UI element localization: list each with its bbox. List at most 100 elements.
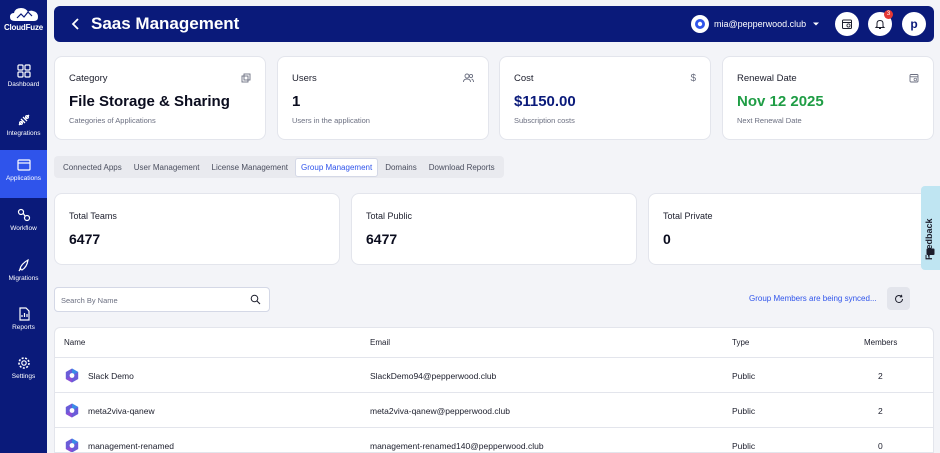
sidebar-item-settings[interactable]: Settings [0, 348, 47, 396]
refresh-button[interactable] [887, 287, 910, 310]
search-input[interactable] [61, 293, 241, 307]
row-name: management-renamed [88, 441, 174, 451]
sidebar: CloudFuze Dashboard Integrations Applica… [0, 0, 47, 453]
plug-icon [18, 114, 29, 126]
row-email: meta2viva-qanew@pepperwood.club [370, 406, 510, 416]
window-icon [16, 159, 31, 171]
card-value: Nov 12 2025 [737, 93, 824, 110]
chevron-down-icon [813, 22, 820, 26]
team-icon [65, 368, 79, 383]
row-type: Public [732, 441, 756, 451]
card-value: File Storage & Sharing [69, 93, 230, 110]
stat-value: 6477 [366, 231, 398, 247]
bell-icon [874, 19, 886, 29]
cloud-logo-icon [9, 8, 38, 21]
sync-status-text: Group Members are being synced... [749, 294, 877, 303]
brand-name: CloudFuze [3, 23, 44, 32]
rocket-icon [18, 258, 29, 272]
card-label: Renewal Date [737, 73, 797, 84]
row-name: meta2viva-qanew [88, 406, 155, 416]
sidebar-item-label: Dashboard [7, 81, 40, 88]
tab-group-management[interactable]: Group Management [295, 157, 379, 177]
total-private-card: Total Private 0 [648, 193, 934, 265]
table-row[interactable]: Slack Demo SlackDemo94@pepperwood.club P… [55, 358, 933, 393]
card-subtitle: Users in the application [292, 116, 370, 125]
total-public-card: Total Public 6477 [351, 193, 637, 265]
column-header-name[interactable]: Name [64, 338, 85, 347]
tab-connected-apps[interactable]: Connected Apps [58, 159, 127, 176]
team-icon [65, 403, 79, 418]
section-tabs: Connected Apps User Management License M… [54, 156, 504, 178]
tab-domains[interactable]: Domains [380, 159, 422, 176]
total-teams-card: Total Teams 6477 [54, 193, 340, 265]
card-label: Users [292, 73, 317, 84]
team-icon [65, 438, 79, 452]
row-name: Slack Demo [88, 371, 134, 381]
calendar-clock-icon [842, 19, 852, 29]
table-header: Name Email Type Members [55, 328, 933, 358]
avatar[interactable]: p [902, 12, 926, 36]
notification-badge: 3 [884, 10, 893, 19]
search-icon[interactable] [250, 294, 261, 305]
sidebar-item-label: Migrations [8, 275, 39, 282]
column-header-email[interactable]: Email [370, 338, 390, 347]
row-type: Public [732, 406, 756, 416]
groups-table: Name Email Type Members Slack Demo Slack… [54, 327, 934, 453]
row-email: management-renamed140@pepperwood.club [370, 441, 544, 451]
sidebar-item-label: Integrations [6, 130, 41, 137]
stat-value: 6477 [69, 231, 101, 247]
report-icon [18, 307, 30, 321]
card-label: Category [69, 73, 108, 84]
refresh-icon [894, 294, 903, 303]
sidebar-item-label: Applications [5, 175, 42, 182]
workflow-icon [17, 208, 30, 222]
sidebar-item-reports[interactable]: Reports [0, 299, 47, 347]
grid-icon [16, 64, 31, 78]
table-row[interactable]: meta2viva-qanew meta2viva-qanew@pepperwo… [55, 393, 933, 428]
stat-label: Total Public [366, 211, 413, 221]
tab-license-management[interactable]: License Management [207, 159, 294, 176]
account-logo-icon [691, 15, 709, 33]
users-icon [463, 73, 474, 83]
column-header-members[interactable]: Members [864, 338, 897, 347]
row-email: SlackDemo94@pepperwood.club [370, 371, 497, 381]
row-members: 2 [878, 371, 883, 381]
sidebar-item-integrations[interactable]: Integrations [0, 105, 47, 153]
sidebar-item-label: Reports [12, 324, 35, 331]
sidebar-item-dashboard[interactable]: Dashboard [0, 56, 47, 104]
sidebar-item-applications[interactable]: Applications [0, 150, 47, 198]
table-row[interactable]: management-renamed management-renamed140… [55, 428, 933, 452]
card-value: $1150.00 [514, 93, 576, 110]
calendar-button[interactable] [835, 12, 859, 36]
external-icon [241, 73, 251, 83]
top-header: Saas Management mia@pepperwood.club 3 p [54, 6, 934, 42]
tab-user-management[interactable]: User Management [129, 159, 205, 176]
card-subtitle: Subscription costs [514, 116, 575, 125]
feedback-label: Feedback [924, 218, 934, 260]
card-subtitle: Next Renewal Date [737, 116, 802, 125]
notifications-button[interactable]: 3 [868, 10, 893, 36]
sidebar-item-label: Workflow [10, 225, 37, 232]
feedback-tab[interactable]: Feedback [921, 186, 940, 270]
card-value: 1 [292, 93, 301, 110]
cost-card: Cost $1150.00 Subscription costs $ [499, 56, 711, 140]
tab-download-reports[interactable]: Download Reports [424, 159, 500, 176]
gear-icon [17, 357, 30, 369]
brand-logo[interactable]: CloudFuze [0, 6, 47, 32]
back-arrow-icon[interactable] [68, 16, 84, 32]
users-card: Users 1 Users in the application [277, 56, 489, 140]
account-selector[interactable]: mia@pepperwood.club [691, 14, 821, 34]
search-box [54, 287, 270, 312]
account-email: mia@pepperwood.club [714, 19, 807, 29]
card-label: Cost [514, 73, 534, 84]
renewal-card: Renewal Date Nov 12 2025 Next Renewal Da… [722, 56, 934, 140]
card-subtitle: Categories of Applications [69, 116, 156, 125]
stat-label: Total Teams [69, 211, 117, 221]
category-card: Category File Storage & Sharing Categori… [54, 56, 266, 140]
column-header-type[interactable]: Type [732, 338, 749, 347]
sidebar-item-migrations[interactable]: Migrations [0, 250, 47, 298]
stat-label: Total Private [663, 211, 713, 221]
sidebar-item-label: Settings [11, 373, 36, 380]
sidebar-item-workflow[interactable]: Workflow [0, 200, 47, 248]
row-type: Public [732, 371, 756, 381]
